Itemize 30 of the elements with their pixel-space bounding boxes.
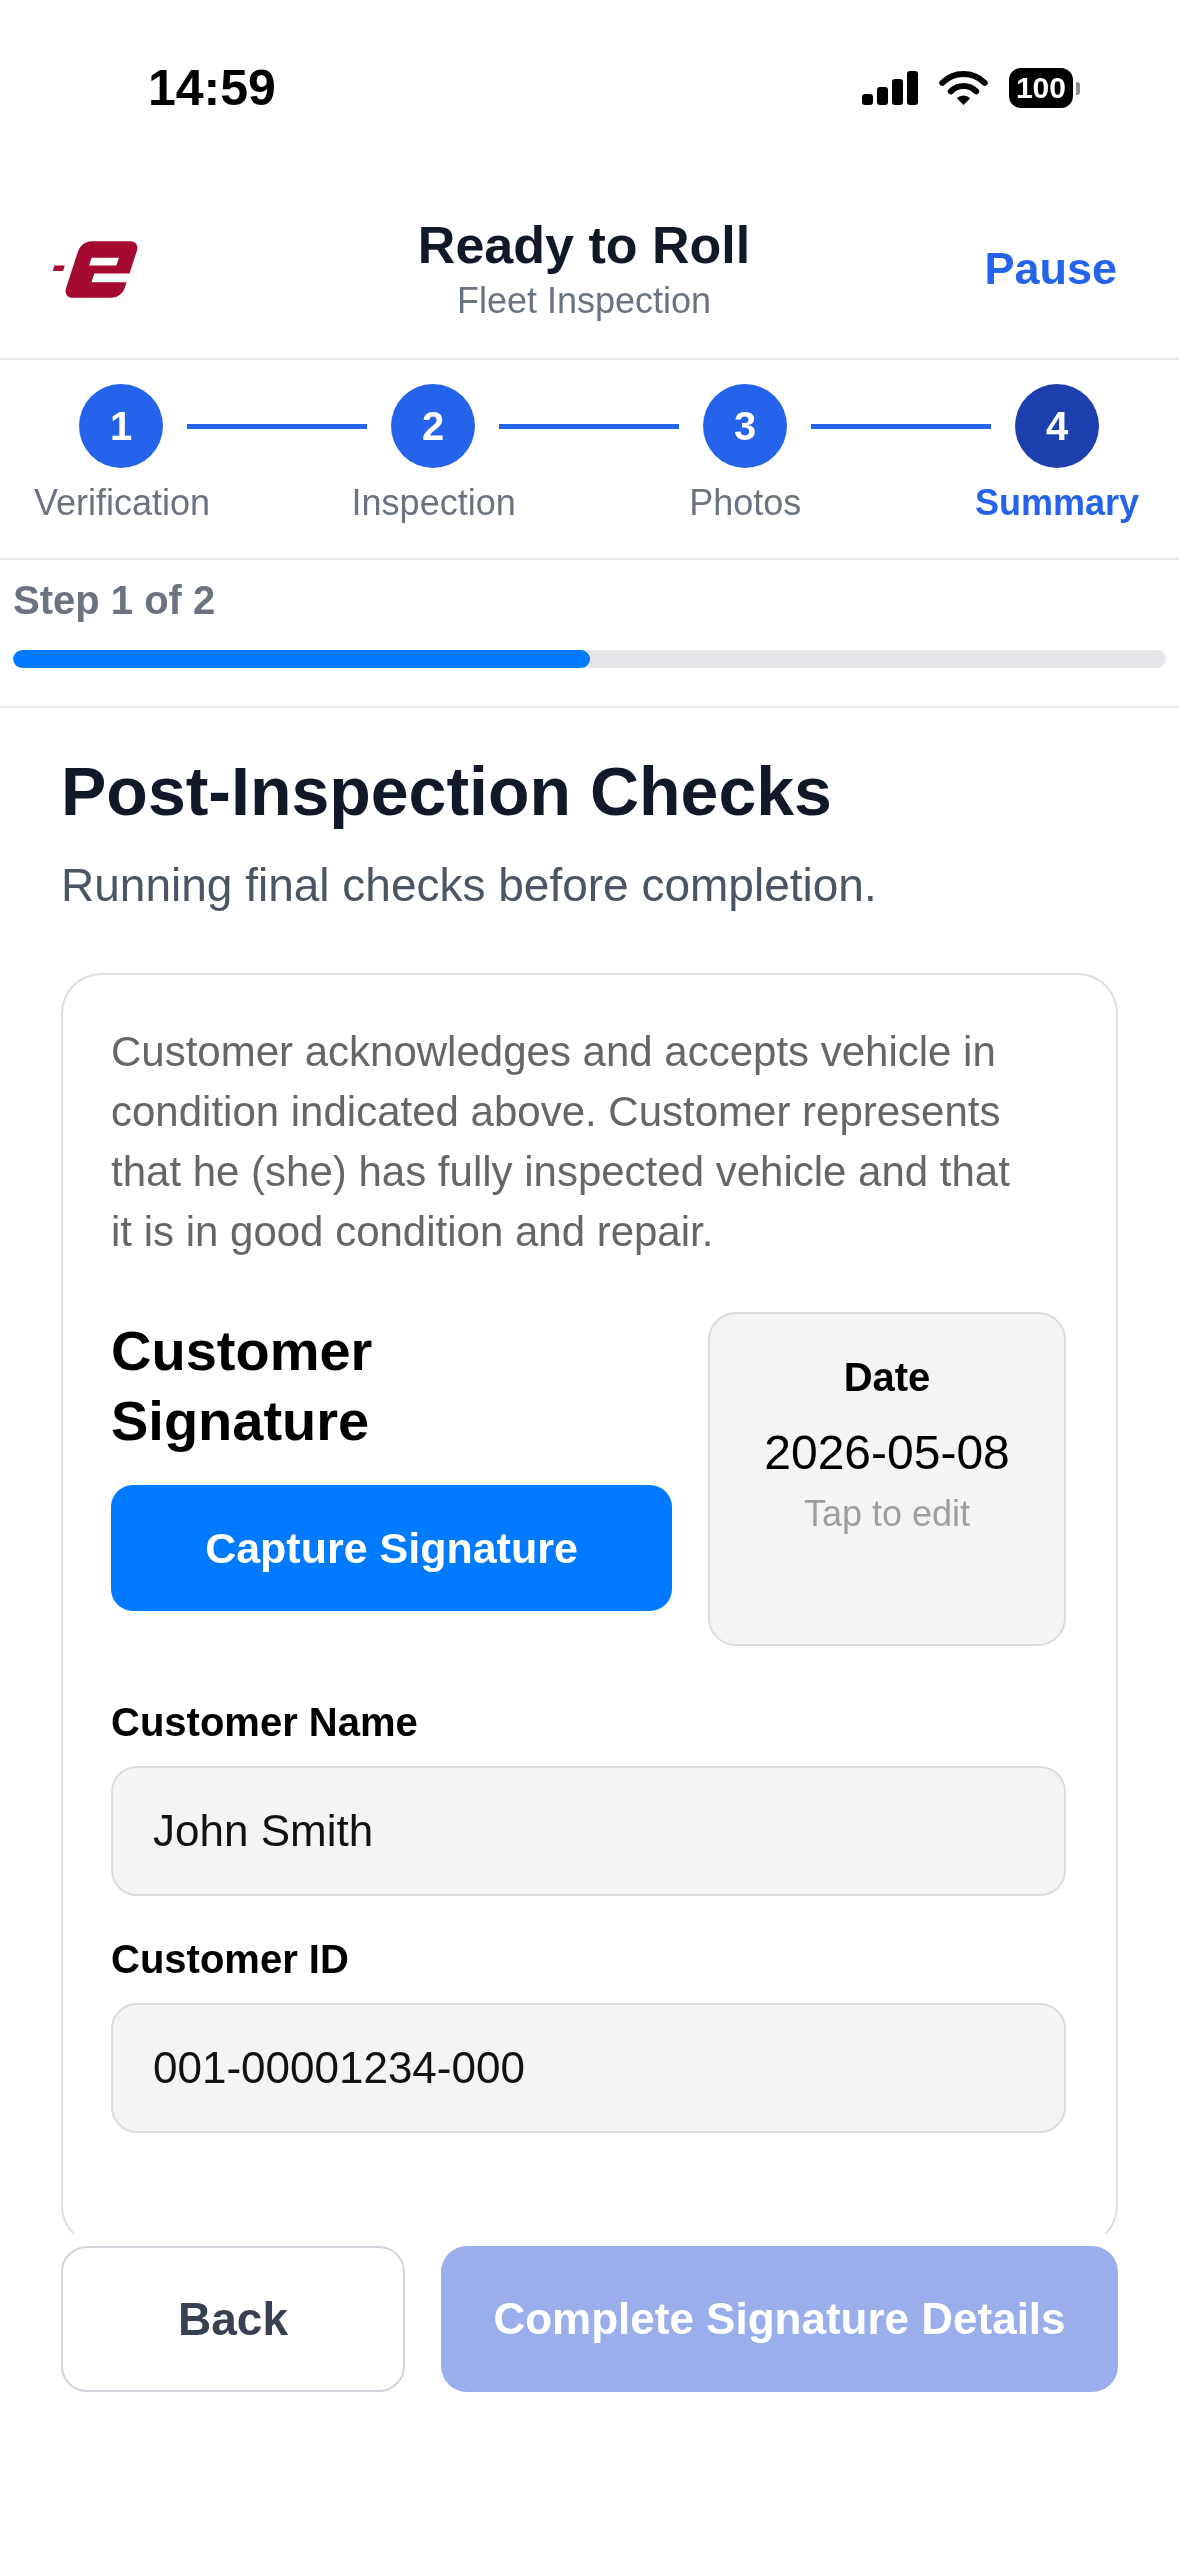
date-value: 2026-05-08 bbox=[764, 1425, 1010, 1481]
step-badge: 1 bbox=[79, 384, 163, 468]
step-badge: 4 bbox=[1015, 384, 1099, 468]
battery-indicator: 100 bbox=[1008, 68, 1080, 108]
page-title: Post-Inspection Checks bbox=[61, 754, 832, 829]
disclaimer-text: Customer acknowledges and accepts vehicle in condition indicated above. Customer represents that he (she) has fully inspected vehicle and that it is in good condition and repair. bbox=[111, 1027, 1011, 1257]
signal-icon bbox=[861, 71, 918, 105]
signature-heading: Customer Signature bbox=[111, 1318, 373, 1454]
status-time: 14:59 bbox=[148, 59, 276, 117]
screen-subtitle: Fleet Inspection bbox=[456, 279, 712, 323]
input-field[interactable]: John Smith bbox=[111, 1766, 1066, 1896]
step-label: Verification bbox=[33, 481, 211, 525]
input-field[interactable]: 001-00001234-000 bbox=[111, 2003, 1066, 2133]
step-label: Inspection bbox=[351, 481, 516, 525]
step-badge: 3 bbox=[703, 384, 787, 468]
field-label: Customer ID bbox=[111, 1936, 349, 1983]
capture-signature-button[interactable]: Capture Signature bbox=[111, 1485, 672, 1611]
progress-label: Step 1 of 2 bbox=[13, 577, 216, 624]
back-button[interactable]: Back bbox=[61, 2246, 405, 2392]
step-label: Photos bbox=[689, 481, 802, 525]
wifi-icon bbox=[937, 70, 989, 106]
edit-hint: Tap to edit bbox=[803, 1492, 971, 1536]
date-label: Date bbox=[843, 1354, 931, 1401]
pause-button[interactable]: Pause bbox=[984, 243, 1117, 295]
screen-title: Ready to Roll bbox=[417, 215, 751, 275]
field-label: Customer Name bbox=[111, 1699, 418, 1746]
step-label: Summary bbox=[974, 481, 1139, 525]
date-field[interactable]: Date 2026-05-08 Tap to edit bbox=[708, 1312, 1066, 1646]
step-badge: 2 bbox=[391, 384, 475, 468]
page-subtitle: Running final checks before completion. bbox=[61, 858, 877, 913]
